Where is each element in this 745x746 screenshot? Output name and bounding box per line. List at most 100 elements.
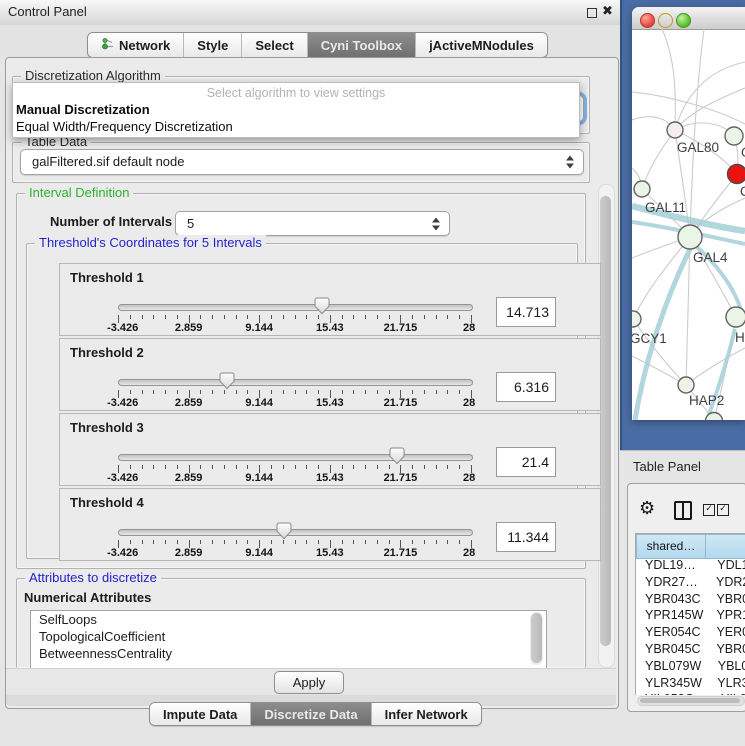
attribute-list-item[interactable]: BetweennessCentrality [31,645,546,662]
network-graph[interactable]: GAL80GACGAL11GAL4GCY1HHAP2 [632,29,745,420]
numerical-attributes-list[interactable]: SelfLoopsTopologicalCoefficientBetweenne… [30,610,547,669]
number-of-intervals-label: Number of Intervals [50,214,172,229]
cell-name: YPR1 [707,608,745,625]
network-node-node-top-right[interactable] [725,127,743,145]
tab-jactivemnodules[interactable]: jActiveMNodules [416,33,547,57]
attributes-list-scrollbar[interactable] [530,612,543,665]
network-node-GAL80[interactable] [667,122,683,138]
bottom-tab-impute-data[interactable]: Impute Data [150,703,251,725]
split-columns-icon[interactable] [674,501,692,520]
network-node-GAL11[interactable] [634,181,650,197]
checkbox-icon[interactable]: ✓ [717,504,729,516]
table-data-combobox[interactable]: galFiltered.sif default node [20,149,584,175]
network-node-label: GAL4 [693,250,728,265]
column-header-name[interactable]: na [705,534,745,559]
network-node-H-node[interactable] [726,307,745,327]
mac-close-icon[interactable] [640,13,655,28]
number-of-intervals-combobox[interactable]: 5 [175,211,450,236]
float-window-icon[interactable] [587,8,597,18]
network-node-label: GAL11 [645,200,686,215]
apply-button[interactable]: Apply [274,671,344,694]
network-window[interactable]: GAL80GACGAL11GAL4GCY1HHAP2 [632,7,745,420]
network-icon [101,37,114,53]
cell-name: YDR2 [707,575,745,592]
network-node-HAP2[interactable] [678,377,694,393]
tab-select[interactable]: Select [242,33,307,57]
threshold-label: Threshold 3 [70,420,144,435]
tab-label: Select [255,38,293,53]
tab-network[interactable]: Network [88,33,184,57]
network-edge[interactable] [633,237,690,319]
attribute-list-item[interactable]: SelfLoops [31,611,546,628]
window-title: Control Panel [8,4,87,19]
slider-handle[interactable] [276,522,292,540]
table-horizontal-scrollbar[interactable] [637,696,745,706]
gear-icon[interactable]: ⚙ [639,498,655,519]
scrollbar-thumb[interactable] [531,613,542,663]
table-row[interactable]: YBR043CYBR0 [636,592,745,609]
table-row[interactable]: YIL052CYIL0 [636,692,745,695]
network-node-label: HAP2 [689,393,724,408]
combo-stepper-icon[interactable] [432,217,441,230]
mac-minimize-icon[interactable] [658,13,673,28]
network-edge[interactable] [662,29,675,130]
network-edge[interactable] [632,356,686,385]
threshold-panel: Threshold 2 -3.4262.8599.14415.4321.7152… [59,338,601,411]
slider-tick-labels: -3.4262.8599.14415.4321.71528 [118,547,471,559]
bottom-tab-infer-network[interactable]: Infer Network [372,703,481,725]
scrollbar-thumb[interactable] [640,698,740,703]
table-row[interactable]: YDL19…YDL1 [636,558,745,575]
scrollbar-thumb[interactable] [600,196,611,646]
threshold-value-field[interactable]: 14.713 [496,297,556,327]
network-canvas[interactable]: GAL80GACGAL11GAL4GCY1HHAP2 [632,29,745,420]
slider-track[interactable] [118,454,473,461]
cell-shared-name: YLR345W [636,676,708,693]
threshold-value-field[interactable]: 6.316 [496,372,556,402]
table-row[interactable]: YBL079WYBL0 [636,659,745,676]
table-row[interactable]: YBR045CYBR0 [636,642,745,659]
slider-track[interactable] [118,529,473,536]
threshold-value-field[interactable]: 11.344 [496,522,556,552]
network-window-titlebar[interactable] [632,7,745,30]
cell-name: YBR0 [707,642,745,659]
table-row[interactable]: YER054CYER0 [636,625,745,642]
column-header-shared-name[interactable]: shared… [636,534,706,559]
attribute-list-item[interactable]: TopologicalCoefficient [31,628,546,645]
cell-shared-name: YBL079W [636,659,709,676]
slider-track[interactable] [118,304,473,311]
cell-shared-name: YER054C [636,625,707,642]
slider-handle[interactable] [389,447,405,465]
network-edge[interactable] [632,92,745,124]
network-node-GAL4[interactable] [678,225,702,249]
table-row[interactable]: YPR145WYPR1 [636,608,745,625]
threshold-label: Threshold 1 [70,270,144,285]
table-data-combobox-value: galFiltered.sif default node [32,154,184,169]
table-panel-title: Table Panel [633,459,701,474]
algorithm-option-manual[interactable]: Manual Discretization [16,102,150,117]
table-row[interactable]: YLR345WYLR3 [636,676,745,693]
network-edge[interactable] [642,130,675,189]
slider-handle[interactable] [219,372,235,390]
network-node-red-node[interactable] [728,165,745,184]
network-node-GCY1[interactable] [632,311,641,327]
discretization-algorithm-group-title: Discretization Algorithm [21,68,165,83]
bottom-tab-discretize-data[interactable]: Discretize Data [251,703,371,725]
threshold-value-field[interactable]: 21.4 [496,447,556,477]
mac-zoom-icon[interactable] [676,13,691,28]
network-edge[interactable] [690,29,704,237]
tab-label: jActiveMNodules [429,38,534,53]
cell-shared-name: YPR145W [636,608,707,625]
checkbox-icon[interactable]: ✓ [703,504,715,516]
slider-track[interactable] [118,379,473,386]
table-row[interactable]: YDR27…YDR2 [636,575,745,592]
combo-stepper-icon[interactable] [566,156,575,169]
cell-shared-name: YDL19… [636,558,708,575]
cell-name: YLR3 [708,676,745,693]
slider-tick-labels: -3.4262.8599.14415.4321.71528 [118,322,471,334]
tab-cyni-toolbox[interactable]: Cyni Toolbox [308,33,416,57]
algorithm-option-equal-width[interactable]: Equal Width/Frequency Discretization [16,119,233,134]
close-icon[interactable]: ✖ [602,4,613,19]
tab-style[interactable]: Style [184,33,242,57]
slider-handle[interactable] [314,297,330,315]
network-edge[interactable] [686,348,745,385]
